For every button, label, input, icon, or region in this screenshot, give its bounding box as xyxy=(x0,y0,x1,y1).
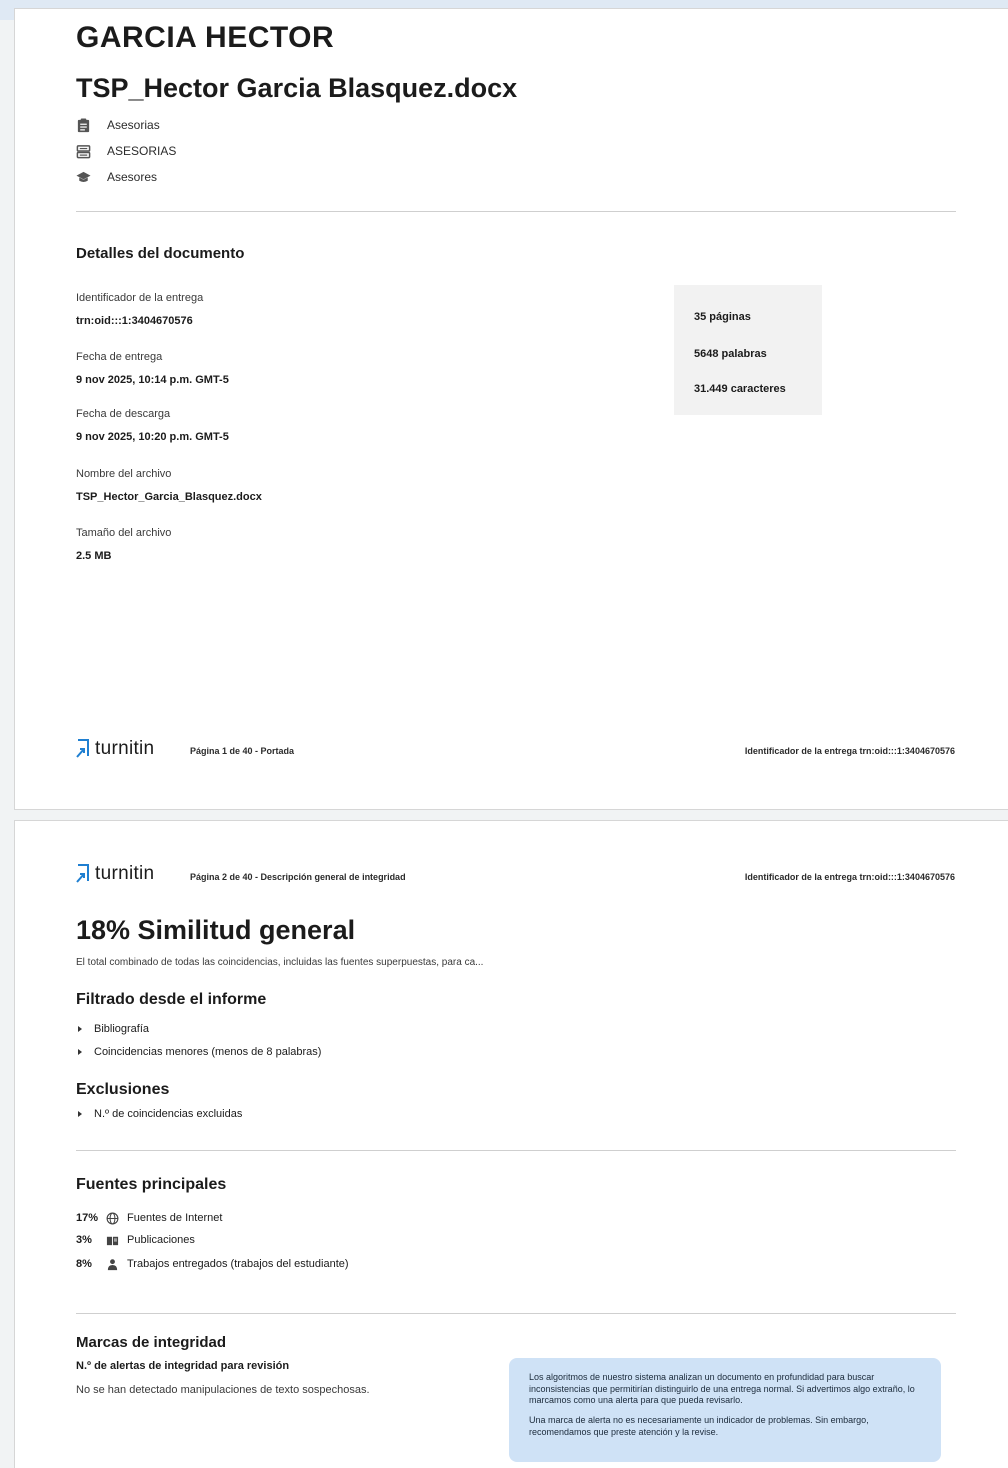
meta-institution-label: Asesores xyxy=(107,170,158,184)
source-percent: 3% xyxy=(76,1234,92,1246)
clipboard-icon xyxy=(77,117,90,132)
turnitin-logo: turnitin xyxy=(75,738,154,760)
turnitin-mark-icon xyxy=(76,739,89,758)
similarity-title: 18% Similitud general xyxy=(76,915,356,945)
source-row-submitted-works: 8% Trabajos entregados (trabajos del est… xyxy=(76,1256,349,1272)
source-percent: 17% xyxy=(76,1212,99,1224)
info-paragraph: Una marca de alerta no es necesariamente… xyxy=(529,1415,869,1437)
source-row-internet: 17% Fuentes de Internet xyxy=(76,1210,222,1226)
header-submission-id: Identificador de la entrega trn:oid:::1:… xyxy=(744,872,955,882)
document-page-2: turnitin Página 2 de 40 - Descripción ge… xyxy=(14,820,1008,1468)
header-page-info: Página 2 de 40 - Descripción general de … xyxy=(190,872,406,882)
exclusions-heading: Exclusiones xyxy=(76,1081,170,1098)
integrity-subheading: N.º de alertas de integridad para revisi… xyxy=(76,1360,290,1372)
stat-words: 5648 palabras xyxy=(694,348,767,360)
divider xyxy=(76,211,956,212)
filtered-item: Bibliografía xyxy=(78,1023,149,1035)
sources-heading: Fuentes principales xyxy=(76,1176,227,1193)
exclusion-item-label: N.º de coincidencias excluidas xyxy=(94,1108,243,1120)
filtered-item-label: Coincidencias menores (menos de 8 palabr… xyxy=(94,1046,322,1058)
filtered-heading: Filtrado desde el informe xyxy=(76,991,267,1008)
meta-row-institution: Asesores xyxy=(76,167,157,187)
graduation-cap-icon xyxy=(76,171,91,182)
person-icon xyxy=(107,1258,118,1270)
turnitin-logo: turnitin xyxy=(75,863,154,885)
turnitin-wordmark: turnitin xyxy=(95,863,155,884)
detail-value: 2.5 MB xyxy=(76,550,112,562)
meta-row-assignment: Asesorias xyxy=(76,115,160,135)
footer-submission-id: Identificador de la entrega trn:oid:::1:… xyxy=(744,746,955,756)
turnitin-mark-icon xyxy=(76,864,89,883)
integrity-heading: Marcas de integridad xyxy=(76,1334,227,1351)
meta-class-label: ASESORIAS xyxy=(107,144,177,158)
filtered-item-label: Bibliografía xyxy=(94,1023,150,1035)
meta-row-class: ASESORIAS xyxy=(76,141,176,161)
document-stats-box: 35 páginas 5648 palabras 31.449 caracter… xyxy=(674,285,822,415)
integrity-info-box: Los algoritmos de nuestro sistema analiz… xyxy=(509,1358,941,1462)
stat-characters: 31.449 caracteres xyxy=(694,383,786,395)
document-page-1: GARCIA HECTOR TSP_Hector Garcia Blasquez… xyxy=(14,8,1008,810)
source-label: Trabajos entregados (trabajos del estudi… xyxy=(127,1258,349,1270)
source-row-publications: 3% Publicaciones xyxy=(76,1232,195,1248)
details-heading: Detalles del documento xyxy=(76,245,245,262)
footer-page-info: Página 1 de 40 - Portada xyxy=(190,746,295,756)
info-paragraph: Los algoritmos de nuestro sistema analiz… xyxy=(529,1372,915,1406)
divider xyxy=(76,1150,956,1151)
detail-label: Nombre del archivo xyxy=(76,468,172,480)
similarity-description: El total combinado de todas las coincide… xyxy=(76,957,484,968)
detail-label: Fecha de descarga xyxy=(76,408,171,420)
meta-assignment-label: Asesorias xyxy=(107,118,160,132)
detail-label: Fecha de entrega xyxy=(76,351,163,363)
detail-label: Tamaño del archivo xyxy=(76,527,172,539)
turnitin-wordmark: turnitin xyxy=(95,738,155,759)
filtered-item: Coincidencias menores (menos de 8 palabr… xyxy=(78,1046,321,1058)
source-percent: 8% xyxy=(76,1258,92,1270)
detail-value: trn:oid:::1:3404670576 xyxy=(76,315,193,327)
detail-value: 9 nov 2025, 10:14 p.m. GMT-5 xyxy=(76,374,229,386)
source-label: Fuentes de Internet xyxy=(127,1212,223,1224)
integrity-status-text: No se han detectado manipulaciones de te… xyxy=(76,1384,370,1396)
document-title: TSP_Hector Garcia Blasquez.docx xyxy=(76,73,518,103)
database-icon xyxy=(76,144,91,158)
author-name: GARCIA HECTOR xyxy=(76,21,335,54)
globe-icon xyxy=(106,1212,119,1224)
divider xyxy=(76,1313,956,1314)
detail-label: Identificador de la entrega xyxy=(76,292,204,304)
stat-pages: 35 páginas xyxy=(694,311,751,323)
detail-value: 9 nov 2025, 10:20 p.m. GMT-5 xyxy=(76,431,229,443)
detail-value: TSP_Hector_Garcia_Blasquez.docx xyxy=(76,491,262,503)
exclusion-item: N.º de coincidencias excluidas xyxy=(78,1108,242,1120)
book-icon xyxy=(106,1236,119,1245)
source-label: Publicaciones xyxy=(127,1234,195,1246)
